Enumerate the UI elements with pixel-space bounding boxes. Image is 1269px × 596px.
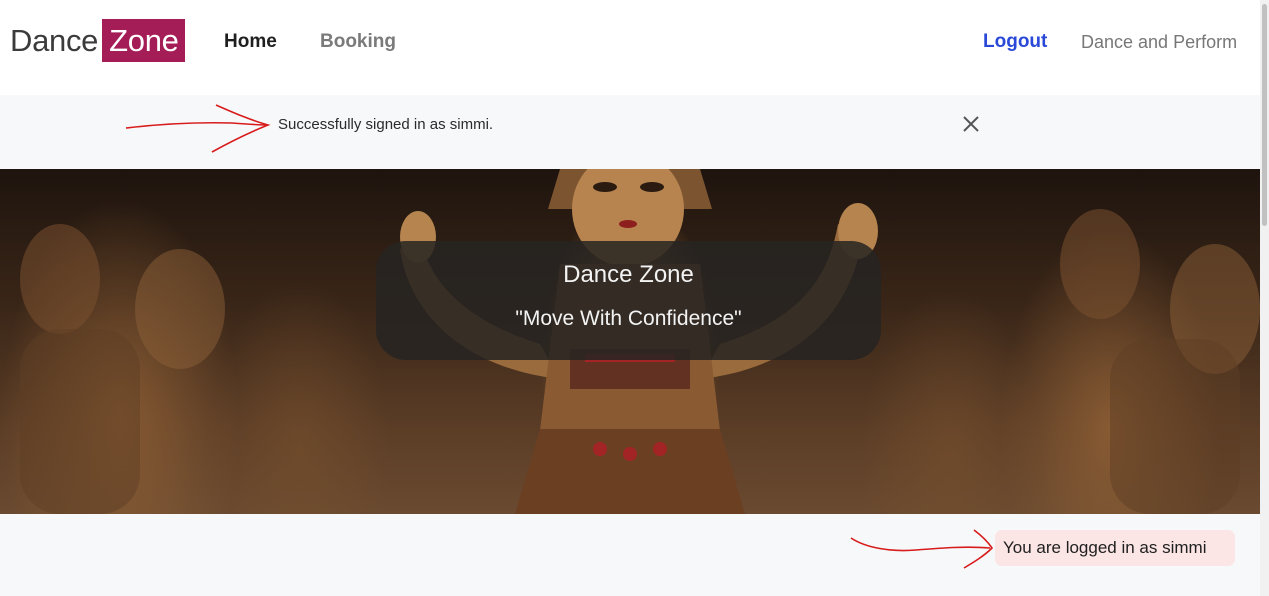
signin-alert-message: Successfully signed in as simmi.	[278, 116, 494, 133]
hero-title: Dance Zone	[563, 261, 694, 288]
page: Dance Zone Home Booking Logout Dance and…	[0, 0, 1269, 596]
brand-word-zone: Zone	[102, 19, 185, 62]
navbar-tagline: Dance and Perform	[1081, 32, 1238, 52]
nav-link-booking[interactable]: Booking	[320, 31, 396, 53]
nav-link-home[interactable]: Home	[224, 31, 277, 53]
brand-logo[interactable]: Dance Zone	[10, 19, 185, 62]
close-icon[interactable]	[960, 113, 982, 135]
logout-link[interactable]: Logout	[983, 31, 1047, 53]
scrollbar-thumb[interactable]	[1262, 4, 1267, 226]
hero-caption-box: Dance Zone "Move With Confidence"	[376, 241, 881, 360]
hero-banner: Dance Zone "Move With Confidence"	[0, 169, 1260, 514]
brand-word-dance: Dance	[10, 22, 99, 58]
logged-in-status-badge: You are logged in as simmi	[995, 530, 1235, 566]
signin-alert	[0, 95, 1260, 169]
navbar: Dance Zone Home Booking Logout Dance and…	[0, 0, 1260, 95]
hero-subtitle: "Move With Confidence"	[515, 307, 742, 330]
